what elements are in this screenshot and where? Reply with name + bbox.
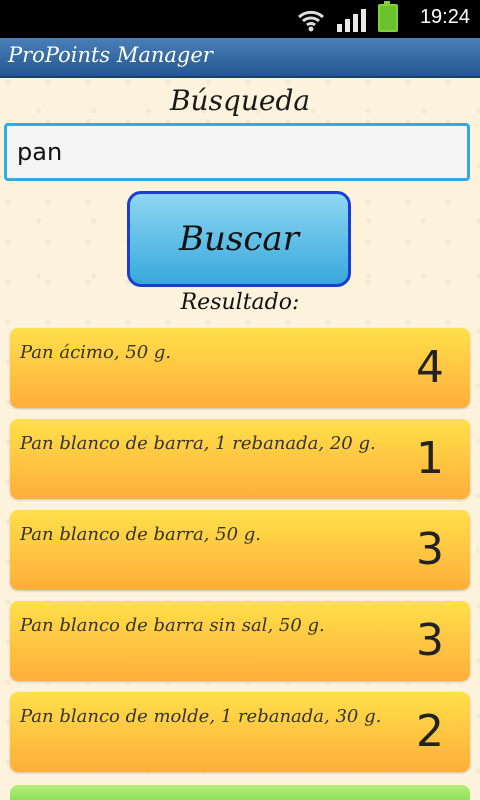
item-points: 3 xyxy=(416,524,444,575)
battery-icon xyxy=(378,1,398,32)
signal-icon xyxy=(337,8,366,32)
item-points: 1 xyxy=(416,433,444,484)
item-name: Pan blanco de barra, 1 rebanada, 20 g. xyxy=(20,433,376,454)
item-name: Pan blanco de barra, 50 g. xyxy=(20,524,261,545)
item-name: Pan ácimo, 50 g. xyxy=(20,342,172,363)
search-heading: Búsqueda xyxy=(169,84,311,117)
status-time: 19:24 xyxy=(419,6,470,28)
status-icons xyxy=(297,1,398,32)
item-points: 4 xyxy=(416,342,444,393)
item-name: Pan blanco de barra sin sal, 50 g. xyxy=(20,615,325,636)
results-list: Pan ácimo, 50 g. 4 Pan blanco de barra, … xyxy=(10,328,470,783)
search-button[interactable]: Buscar xyxy=(127,191,351,287)
app-title-bar: ProPoints Manager xyxy=(0,38,480,78)
list-item[interactable]: Pan blanco de molde, 1 rebanada, 30 g. 2 xyxy=(10,692,470,772)
list-item[interactable]: Pan blanco de barra, 50 g. 3 xyxy=(10,510,470,590)
app-title: ProPoints Manager xyxy=(8,43,213,67)
wifi-icon xyxy=(297,8,325,32)
status-bar: 19:24 xyxy=(0,0,480,38)
list-item[interactable]: Pan ácimo, 50 g. 4 xyxy=(10,328,470,408)
item-points: 2 xyxy=(416,706,444,757)
list-item[interactable]: Pan blanco de barra, 1 rebanada, 20 g. 1 xyxy=(10,419,470,499)
list-item-partial[interactable] xyxy=(10,785,470,800)
item-name: Pan blanco de molde, 1 rebanada, 30 g. xyxy=(20,706,382,727)
search-input[interactable] xyxy=(4,123,470,181)
list-item[interactable]: Pan blanco de barra sin sal, 50 g. 3 xyxy=(10,601,470,681)
item-points: 3 xyxy=(416,615,444,666)
results-label: Resultado: xyxy=(180,290,300,315)
